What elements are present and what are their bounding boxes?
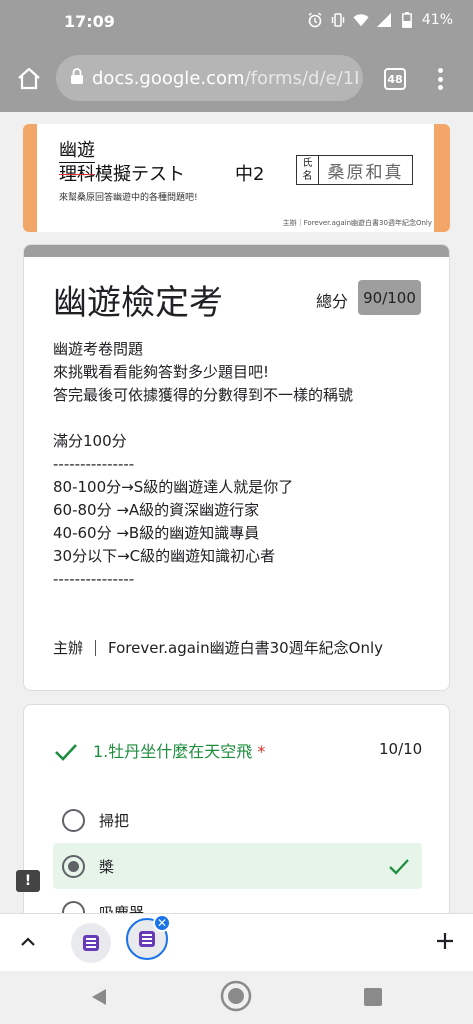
tab-switcher-button[interactable]: 48	[384, 68, 406, 90]
banner-grade: 中2	[235, 164, 265, 185]
banner-name-box: 氏名 桑原和真	[296, 155, 413, 185]
correct-answer-check-icon	[388, 855, 410, 877]
radio-button[interactable]	[62, 808, 85, 832]
question-title: 1.牡丹坐什麼在天空飛 *	[93, 742, 266, 761]
banner-title-line1: 幽遊	[59, 136, 95, 163]
vibrate-icon	[330, 12, 346, 28]
form-description: 幽遊考卷問題 來挑戰看看能夠答對多少題目吧! 答完最後可依據獲得的分數得到不一樣…	[53, 340, 354, 588]
battery-percent: 41%	[421, 12, 453, 28]
total-score-badge: 90/100	[358, 280, 421, 315]
option-broom[interactable]: 掃把	[53, 797, 422, 843]
back-icon[interactable]	[89, 987, 109, 1007]
banner-name-value: 桑原和真	[327, 162, 404, 183]
question-card: 1.牡丹坐什麼在天空飛 * 10/10 掃把 槳 吸塵器	[23, 704, 450, 944]
tab-google-forms-1[interactable]	[71, 923, 111, 963]
report-feedback-icon[interactable]: !	[16, 870, 40, 892]
more-menu-icon[interactable]	[430, 64, 450, 94]
new-tab-plus-icon[interactable]	[434, 930, 456, 952]
address-bar[interactable]: docs.google.com/forms/d/e/1I	[56, 55, 363, 101]
question-points: 10/10	[379, 740, 423, 758]
organizer-line: 主辦 Forever.again幽遊白書30週年紀念Only	[53, 639, 384, 657]
banner-title-line2: 理科模擬テスト	[59, 164, 185, 185]
lock-icon	[70, 68, 84, 88]
banner-subtitle: 來幫桑原回答幽遊中的各種問題吧!	[59, 193, 198, 203]
recent-apps-icon[interactable]	[364, 988, 382, 1006]
url-text: docs.google.com/forms/d/e/1I	[92, 67, 360, 89]
form-title: 幽遊檢定考	[53, 283, 223, 323]
banner-footer: 主辦｜Forever.again幽遊白書30週年紀念Only	[282, 219, 432, 227]
total-score-label: 總分	[316, 292, 349, 311]
wifi-icon	[353, 12, 369, 28]
battery-icon	[399, 12, 415, 28]
tab-strip: ✕	[0, 913, 473, 971]
forms-icon	[139, 931, 155, 947]
radio-button-selected[interactable]	[62, 854, 85, 878]
close-tab-icon[interactable]: ✕	[153, 914, 171, 932]
status-bar: 17:09 41%	[0, 0, 473, 44]
form-header-card: 幽遊檢定考 總分 90/100 幽遊考卷問題 來挑戰看看能夠答對多少題目吧! 答…	[23, 244, 450, 691]
home-circle-icon[interactable]	[220, 980, 252, 1012]
option-oar[interactable]: 槳	[53, 843, 422, 889]
browser-toolbar: docs.google.com/forms/d/e/1I 48	[0, 44, 473, 112]
home-icon[interactable]	[14, 64, 44, 94]
alarm-icon	[307, 12, 323, 28]
system-nav-bar	[0, 971, 473, 1024]
forms-icon	[83, 935, 99, 951]
signal-icon	[376, 12, 392, 28]
status-time: 17:09	[64, 12, 115, 31]
chevron-up-icon[interactable]	[18, 932, 38, 952]
correct-check-icon	[53, 738, 79, 764]
form-header-image: 幽遊 理科模擬テスト 中2 氏名 桑原和真 來幫桑原回答幽遊中的各種問題吧! 主…	[23, 124, 450, 232]
